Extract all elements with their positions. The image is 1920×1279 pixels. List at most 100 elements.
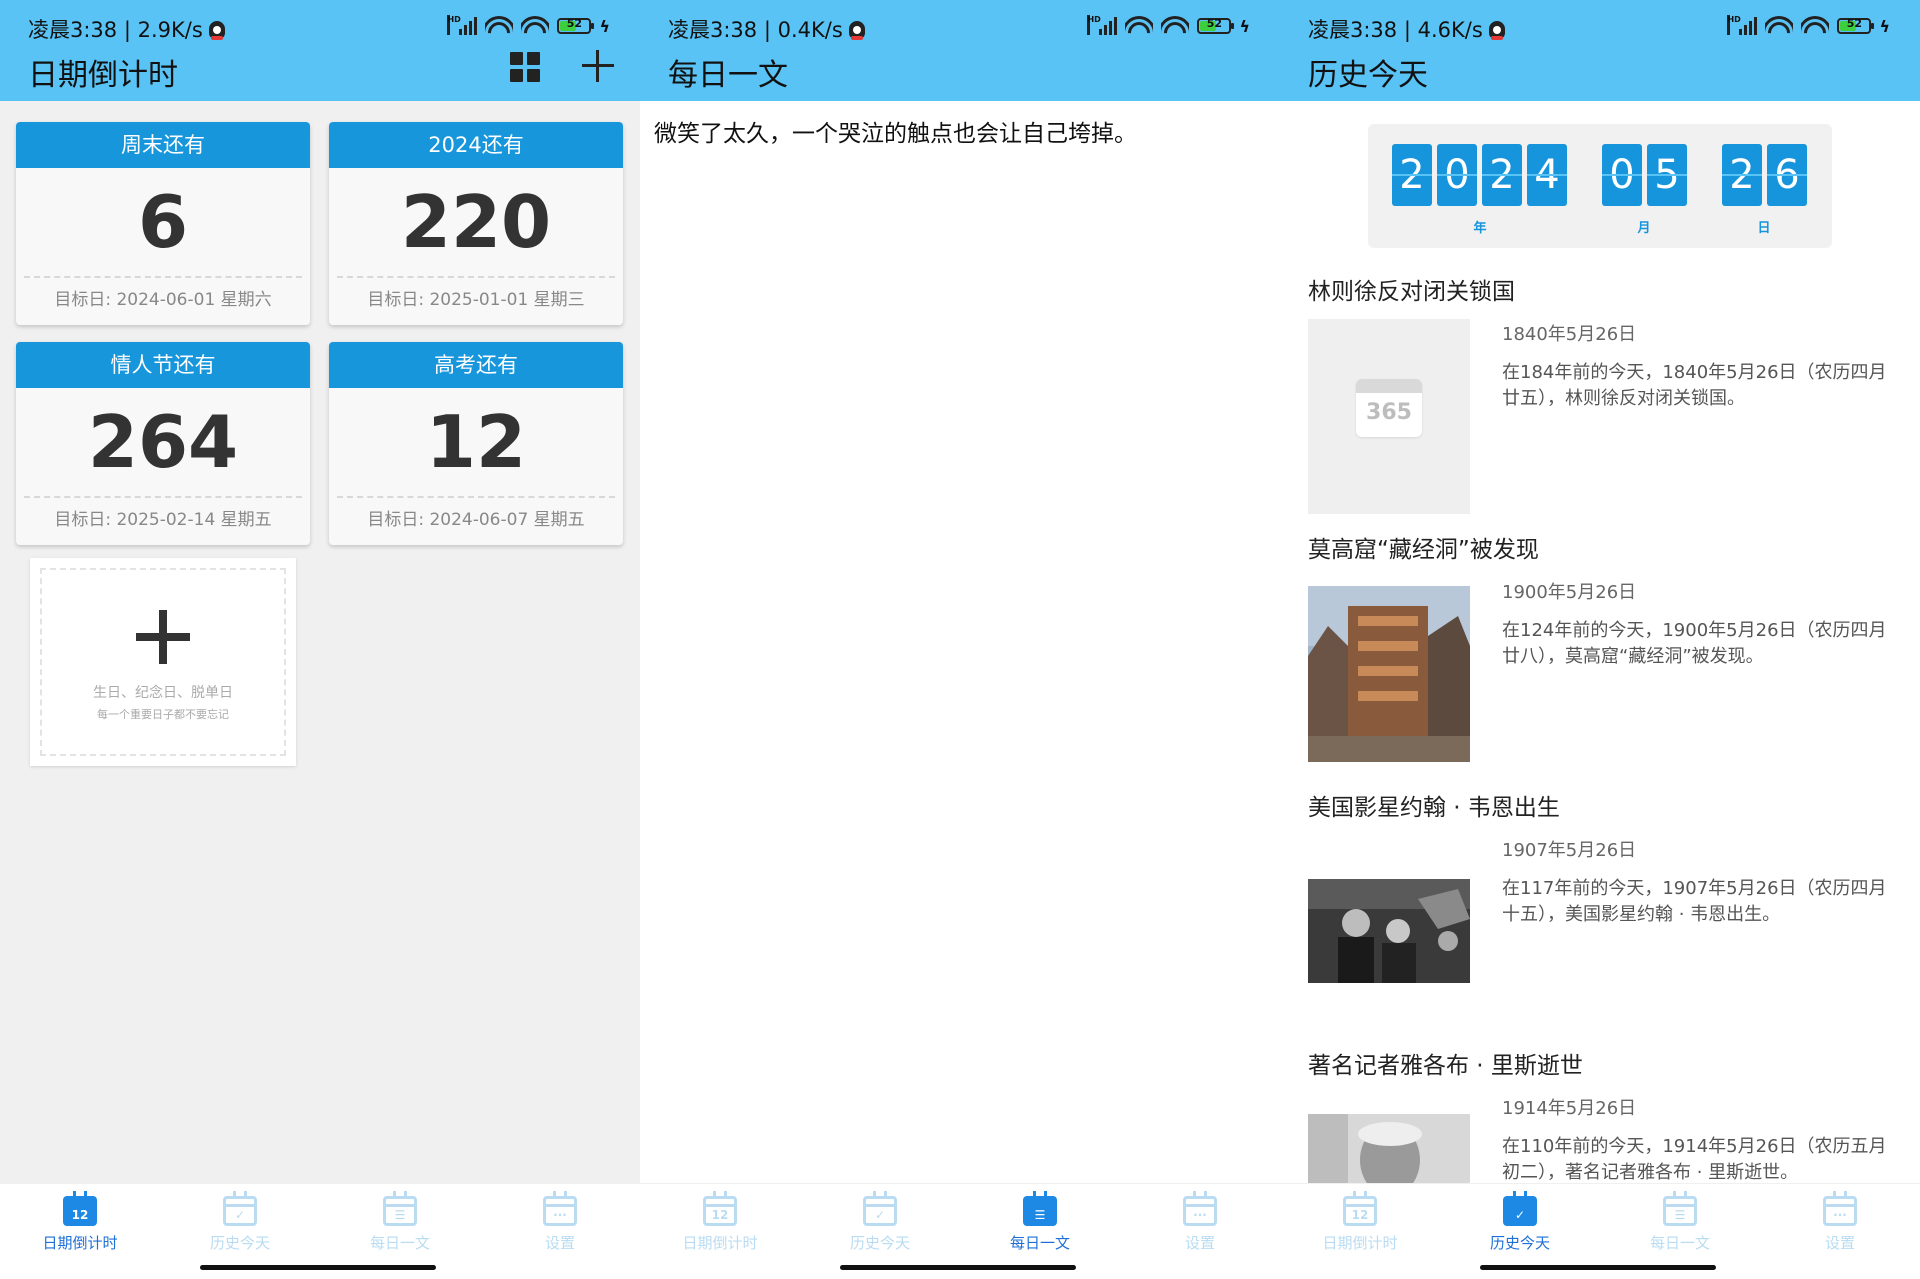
nav-label: 每日一文	[1649, 1234, 1710, 1252]
month-digit: 0	[1602, 144, 1642, 206]
charging-icon: ϟ	[599, 16, 610, 36]
battery-icon: 52	[557, 17, 595, 34]
card-label: 情人节还有	[16, 342, 310, 388]
nav-label: 每日一文	[1009, 1234, 1070, 1252]
nav-label: 日期倒计时	[682, 1234, 758, 1252]
event-thumbnail[interactable]	[1308, 879, 1470, 983]
status-text: 凌晨3:38 | 2.9K/s	[28, 18, 203, 42]
nav-label: 设置	[544, 1234, 575, 1252]
wifi-icon	[1125, 16, 1154, 36]
calendar-list-icon: ☰	[1023, 1191, 1057, 1226]
screen-countdown: 凌晨3:38 | 2.9K/s HD 52 ϟ 日期倒计时 周末还有 6 目标日…	[0, 0, 640, 1279]
wifi-icon	[1801, 16, 1830, 36]
calendar-list-icon: ☰	[383, 1191, 417, 1226]
event-description: 在184年前的今天，1840年5月26日（农历四月廿五），林则徐反对闭关锁国。	[1502, 362, 1887, 409]
add-countdown-card[interactable]: 生日、纪念日、脱单日 每一个重要日子都不要忘记	[30, 558, 296, 766]
month-label: 月	[1637, 221, 1651, 236]
status-bar: 凌晨3:38 | 0.4K/s	[668, 14, 865, 44]
calendar-settings-icon: ···	[1183, 1191, 1217, 1226]
system-icons: HD 52 ϟ	[1727, 15, 1890, 36]
wifi-icon	[485, 16, 514, 36]
signal-icon: HD	[1727, 15, 1758, 35]
nav-countdown[interactable]: 12 日期倒计时	[640, 1191, 800, 1253]
add-card-hint: 生日、纪念日、脱单日	[93, 685, 233, 701]
qq-icon	[848, 21, 865, 40]
plus-icon	[136, 610, 190, 664]
nav-history[interactable]: ✓ 历史今天	[160, 1191, 320, 1253]
nav-daily[interactable]: ☰ 每日一文	[1600, 1191, 1760, 1253]
year-digit: 0	[1437, 144, 1477, 206]
countdown-card[interactable]: 情人节还有 264 目标日: 2025-02-14 星期五	[16, 342, 310, 545]
event-date: 1914年5月26日	[1502, 1098, 1637, 1119]
year-digit: 2	[1392, 144, 1432, 206]
nav-label: 设置	[1824, 1234, 1855, 1252]
event-description: 在110年前的今天，1914年5月26日（农历五月初二），著名记者雅各布 · 里…	[1502, 1136, 1887, 1183]
home-indicator[interactable]	[1480, 1265, 1716, 1270]
card-target-date: 目标日: 2024-06-07 星期五	[337, 496, 615, 543]
charging-icon: ϟ	[1239, 16, 1250, 36]
nav-label: 每日一文	[369, 1234, 430, 1252]
nav-countdown[interactable]: 12 日期倒计时	[1280, 1191, 1440, 1253]
card-label: 高考还有	[329, 342, 623, 388]
event-title[interactable]: 美国影星约翰 · 韦恩出生	[1308, 788, 1560, 822]
calendar-check-icon: ✓	[1503, 1191, 1537, 1226]
nav-daily[interactable]: ☰ 每日一文	[960, 1191, 1120, 1253]
event-description: 在117年前的今天，1907年5月26日（农历四月十五），美国影星约翰 · 韦恩…	[1502, 878, 1887, 925]
countdown-card[interactable]: 高考还有 12 目标日: 2024-06-07 星期五	[329, 342, 623, 545]
app-bar: 凌晨3:38 | 4.6K/s HD 52 ϟ 历史今天	[1280, 0, 1920, 101]
event-thumbnail-placeholder[interactable]: 365	[1308, 319, 1470, 514]
nav-settings[interactable]: ··· 设置	[480, 1191, 640, 1253]
wifi-icon	[1765, 16, 1794, 36]
nav-settings[interactable]: ··· 设置	[1760, 1191, 1920, 1253]
event-date: 1900年5月26日	[1502, 582, 1637, 603]
qq-icon	[208, 21, 225, 40]
nav-label: 设置	[1184, 1234, 1215, 1252]
battery-level: 52	[1846, 17, 1863, 30]
event-title[interactable]: 著名记者雅各布 · 里斯逝世	[1308, 1046, 1583, 1080]
status-bar: 凌晨3:38 | 4.6K/s	[1308, 14, 1505, 44]
event-title[interactable]: 莫高窟“藏经洞”被发现	[1308, 530, 1539, 564]
add-icon[interactable]	[580, 48, 616, 84]
battery-icon: 52	[1837, 17, 1875, 34]
add-card-subhint: 每一个重要日子都不要忘记	[97, 708, 229, 721]
calendar-check-icon: ✓	[223, 1191, 257, 1226]
nav-settings[interactable]: ··· 设置	[1120, 1191, 1280, 1253]
month-digit: 5	[1647, 144, 1687, 206]
card-days: 12	[425, 400, 527, 484]
nav-history[interactable]: ✓ 历史今天	[800, 1191, 960, 1253]
app-bar: 凌晨3:38 | 0.4K/s HD 52 ϟ 每日一文	[640, 0, 1280, 101]
card-days: 220	[400, 180, 552, 264]
calendar-365-icon: 365	[1356, 379, 1422, 437]
wifi-icon	[521, 16, 550, 36]
home-indicator[interactable]	[200, 1265, 436, 1270]
home-indicator[interactable]	[840, 1265, 1076, 1270]
nav-daily[interactable]: ☰ 每日一文	[320, 1191, 480, 1253]
event-thumbnail[interactable]	[1308, 1114, 1470, 1184]
battery-level: 52	[566, 17, 583, 30]
nav-label: 历史今天	[849, 1234, 910, 1252]
day-digit: 2	[1722, 144, 1762, 206]
status-text: 凌晨3:38 | 4.6K/s	[1308, 18, 1483, 42]
event-thumbnail[interactable]	[1308, 586, 1470, 762]
nav-history[interactable]: ✓ 历史今天	[1440, 1191, 1600, 1253]
card-target-date: 目标日: 2025-01-01 星期三	[337, 276, 615, 323]
nav-label: 日期倒计时	[1322, 1234, 1398, 1252]
countdown-card[interactable]: 2024还有 220 目标日: 2025-01-01 星期三	[329, 122, 623, 325]
system-icons: HD 52 ϟ	[447, 15, 610, 36]
nav-countdown[interactable]: 12 日期倒计时	[0, 1191, 160, 1253]
card-label: 周末还有	[16, 122, 310, 168]
countdown-card[interactable]: 周末还有 6 目标日: 2024-06-01 星期六	[16, 122, 310, 325]
grid-view-icon[interactable]	[510, 52, 540, 82]
card-days: 264	[87, 400, 239, 484]
calendar-number-icon: 12	[63, 1191, 97, 1226]
page-title: 每日一文	[668, 58, 788, 93]
status-text: 凌晨3:38 | 0.4K/s	[668, 18, 843, 42]
event-title[interactable]: 林则徐反对闭关锁国	[1308, 272, 1515, 306]
mogao-caves-photo	[1308, 586, 1470, 762]
calendar-number-icon: 12	[1343, 1191, 1377, 1226]
screen-daily: 凌晨3:38 | 0.4K/s HD 52 ϟ 每日一文 微笑了太久，一个哭泣的…	[640, 0, 1280, 1279]
system-icons: HD 52 ϟ	[1087, 15, 1250, 36]
page-title: 历史今天	[1308, 58, 1428, 93]
qq-icon	[1488, 21, 1505, 40]
calendar-number-icon: 12	[703, 1191, 737, 1226]
